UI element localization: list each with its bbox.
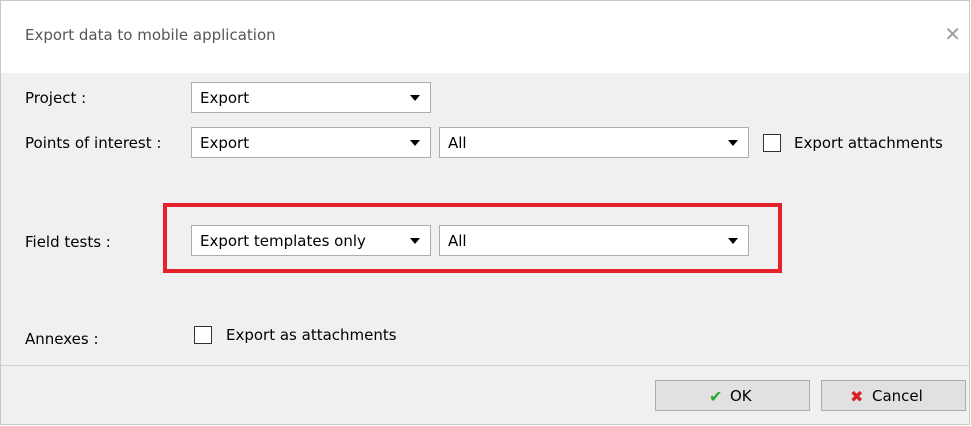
annexes-label: Annexes : <box>25 330 99 348</box>
title-bar: Export data to mobile application ✕ <box>1 1 969 73</box>
dialog-title: Export data to mobile application <box>25 26 276 44</box>
chevron-down-icon <box>410 238 420 244</box>
poi-label: Points of interest : <box>25 134 162 152</box>
field-tests-select-value: Export templates only <box>200 232 366 250</box>
footer-divider <box>1 365 969 366</box>
field-tests-filter-value: All <box>448 232 467 250</box>
poi-select[interactable]: Export <box>191 127 431 158</box>
export-attachments-checkbox[interactable] <box>763 134 781 152</box>
check-icon: ✔ <box>709 387 723 406</box>
cancel-button[interactable]: ✖ Cancel <box>821 380 966 411</box>
chevron-down-icon <box>728 238 738 244</box>
export-dialog: Export data to mobile application ✕ Proj… <box>0 0 970 425</box>
field-tests-filter-select[interactable]: All <box>439 225 749 256</box>
project-label: Project : <box>25 89 87 107</box>
field-tests-select[interactable]: Export templates only <box>191 225 431 256</box>
export-as-attachments-checkbox[interactable] <box>194 326 212 344</box>
export-as-attachments-label: Export as attachments <box>226 326 397 344</box>
cancel-button-label: Cancel <box>872 387 923 405</box>
poi-filter-select[interactable]: All <box>439 127 749 158</box>
ok-button[interactable]: ✔ OK <box>655 380 810 411</box>
export-attachments-label: Export attachments <box>794 134 943 152</box>
x-icon: ✖ <box>850 387 864 406</box>
chevron-down-icon <box>410 140 420 146</box>
poi-select-value: Export <box>200 134 250 152</box>
close-icon[interactable]: ✕ <box>944 22 961 46</box>
ok-button-label: OK <box>730 387 752 405</box>
chevron-down-icon <box>728 140 738 146</box>
chevron-down-icon <box>410 95 420 101</box>
project-select-value: Export <box>200 89 250 107</box>
poi-filter-value: All <box>448 134 467 152</box>
field-tests-label: Field tests : <box>25 233 111 251</box>
project-select[interactable]: Export <box>191 82 431 113</box>
